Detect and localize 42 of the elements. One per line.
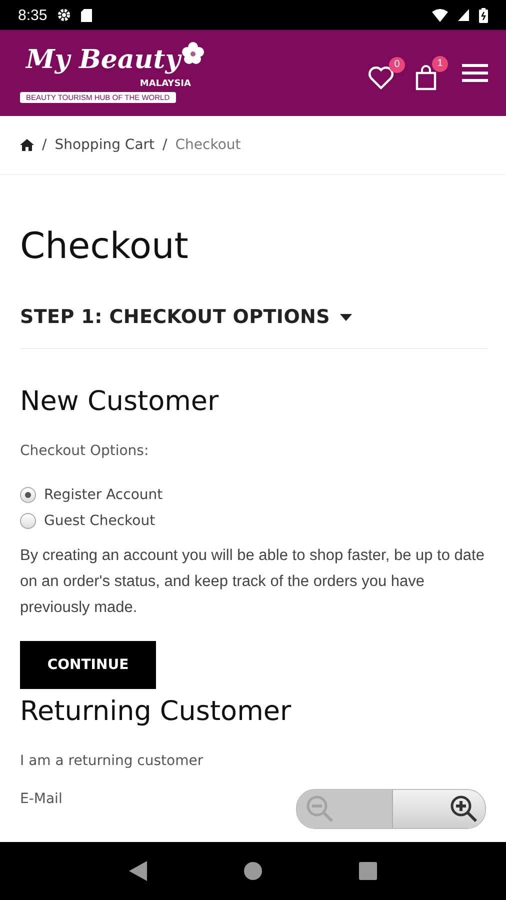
zoom-out-icon: [305, 794, 335, 824]
menu-button[interactable]: [462, 63, 488, 83]
section-heading: Returning Customer: [20, 695, 292, 729]
returning-text: I am a returning customer: [20, 753, 204, 769]
breadcrumb-separator: /: [162, 137, 168, 153]
battery-icon: [479, 8, 488, 22]
step-heading[interactable]: STEP 1: CHECKOUT OPTIONS: [20, 306, 352, 328]
logo-script-text: My Beauty: [26, 44, 180, 76]
back-icon[interactable]: [128, 861, 147, 881]
wifi-icon: [432, 8, 448, 22]
email-label: E-Mail: [20, 791, 64, 807]
caret-icon: [340, 314, 352, 320]
home-icon[interactable]: [20, 139, 34, 151]
page-title: Checkout: [20, 225, 190, 269]
options-label: Checkout Options:: [20, 443, 150, 459]
wishlist-count-badge: 0: [389, 56, 405, 72]
heart-icon: [368, 66, 394, 90]
breadcrumb-link[interactable]: Checkout: [175, 137, 241, 153]
breadcrumb-separator: /: [42, 137, 47, 153]
section-heading: New Customer: [20, 385, 220, 419]
continue-button[interactable]: CONTINUE: [20, 641, 156, 689]
shopping-bag-icon: [415, 64, 437, 90]
flower-icon: [182, 42, 204, 64]
radio-button[interactable]: [20, 487, 36, 503]
zoom-in-button[interactable]: [392, 790, 485, 828]
logo-subtitle: MALAYSIA: [138, 78, 192, 90]
breadcrumb-link[interactable]: Shopping Cart: [54, 137, 155, 153]
recents-icon[interactable]: [359, 862, 378, 880]
radio-label: Register Account: [44, 487, 163, 503]
radio-button[interactable]: [20, 513, 36, 529]
sd-card-icon: [81, 8, 92, 22]
zoom-in-icon: [449, 794, 479, 824]
signal-icon: [458, 9, 469, 21]
radio-label: Guest Checkout: [44, 513, 156, 529]
home-icon[interactable]: [244, 862, 262, 880]
wishlist-button[interactable]: 0: [368, 56, 405, 90]
description-text: By creating an account you will be able to shop faster, be up to date on an order's status, and keep track of the orders you have previously made.: [20, 546, 486, 618]
status-time: 8:35: [18, 6, 48, 24]
cart-button[interactable]: 1: [415, 56, 448, 90]
menu-icon: [462, 63, 488, 83]
cart-count-badge: 1: [432, 56, 448, 72]
settings-icon: [57, 8, 72, 22]
